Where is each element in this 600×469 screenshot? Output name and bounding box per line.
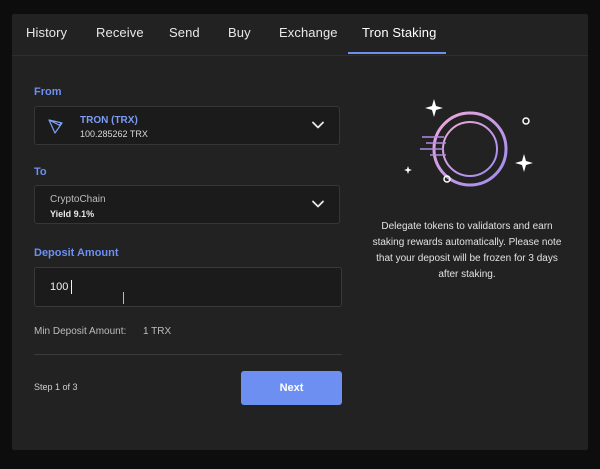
tab-receive[interactable]: Receive: [96, 25, 144, 40]
tab-bar: History Receive Send Buy Exchange Tron S…: [12, 14, 588, 56]
deposit-amount-value: 100: [50, 281, 69, 293]
validator-select[interactable]: CryptoChain Yield 9.1%: [34, 185, 340, 224]
tab-tron-staking[interactable]: Tron Staking: [362, 25, 436, 40]
deposit-amount-input[interactable]: 100: [34, 267, 342, 307]
active-tab-indicator: [348, 52, 446, 54]
from-label: From: [34, 86, 62, 98]
min-deposit-label: Min Deposit Amount:: [34, 326, 127, 337]
next-button[interactable]: Next: [241, 371, 342, 405]
tab-buy[interactable]: Buy: [228, 25, 251, 40]
min-deposit-value: 1 TRX: [143, 326, 172, 337]
step-indicator: Step 1 of 3: [34, 382, 78, 392]
from-token-balance: 100.285262 TRX: [80, 129, 148, 139]
chevron-down-icon: [312, 200, 324, 208]
from-token-name: TRON (TRX): [80, 115, 138, 126]
tab-exchange[interactable]: Exchange: [279, 25, 338, 40]
staking-illustration: [404, 99, 533, 187]
validator-yield: Yield 9.1%: [50, 209, 95, 219]
validator-name: CryptoChain: [50, 194, 106, 205]
tron-logo-icon: [47, 117, 65, 135]
tab-send[interactable]: Send: [169, 25, 200, 40]
from-token-select[interactable]: TRON (TRX) 100.285262 TRX: [34, 106, 340, 145]
text-caret: [71, 280, 72, 294]
staking-description: Delegate tokens to validators and earn s…: [372, 221, 562, 280]
divider: [34, 354, 342, 355]
staking-panel: History Receive Send Buy Exchange Tron S…: [12, 14, 588, 450]
chevron-down-icon: [312, 121, 324, 129]
text-cursor-icon: [123, 292, 128, 304]
to-label: To: [34, 166, 47, 178]
tab-history[interactable]: History: [26, 25, 67, 40]
deposit-amount-label: Deposit Amount: [34, 247, 119, 259]
